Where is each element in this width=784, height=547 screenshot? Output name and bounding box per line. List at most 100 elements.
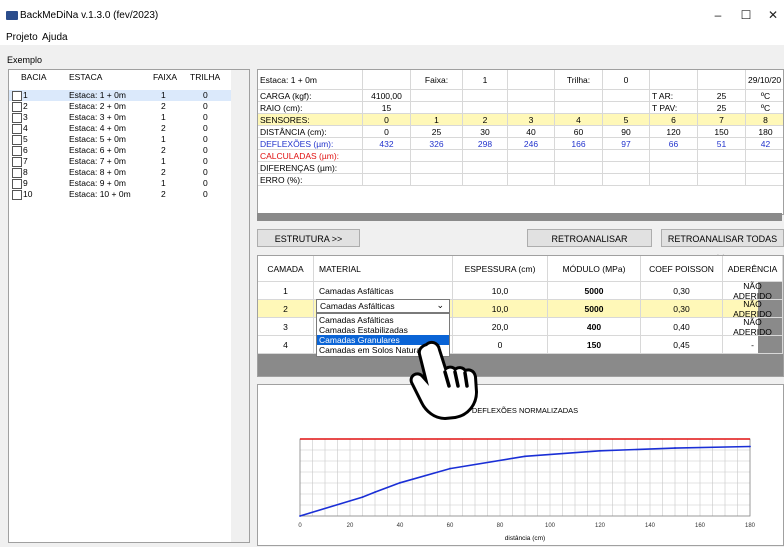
grid-cell[interactable] [508,162,555,174]
tar-label[interactable]: T AR: [650,90,698,102]
grid-cell[interactable] [603,162,650,174]
layer-aderencia-cell[interactable]: NÃO ADERIDO [723,317,783,337]
sensor-cell[interactable]: 7 [698,114,746,126]
grid-cell[interactable] [508,150,555,162]
tpav-unit[interactable]: ºC [746,102,783,114]
minimize-button[interactable]: – [707,6,729,24]
layer-modulo-cell[interactable]: 5000 [548,282,641,300]
col-header-estaca[interactable]: ESTACA [69,70,102,84]
grid-cell[interactable] [555,102,603,114]
distancia-cell[interactable]: 150 [698,126,746,138]
list-item[interactable]: 3 Estaca: 3 + 0m 1 0 [9,112,231,123]
col-header-faixa[interactable]: FAIXA [153,70,177,84]
trilha-value[interactable]: 0 [603,70,650,90]
sensor-cell[interactable]: 8 [746,114,783,126]
layers-col-header[interactable]: MÓDULO (MPa) [548,256,641,282]
faixa-label[interactable]: Faixa: [411,70,463,90]
list-item[interactable]: 5 Estaca: 5 + 0m 1 0 [9,134,231,145]
distancia-cell[interactable]: 180 [746,126,783,138]
deflexao-cell[interactable]: 51 [698,138,746,150]
deflexao-cell[interactable]: 66 [650,138,698,150]
sensor-cell[interactable]: 4 [555,114,603,126]
sensores-label[interactable]: SENSORES: [258,114,363,126]
grid-cell[interactable] [746,150,783,162]
grid-cell[interactable] [411,150,463,162]
layer-modulo-cell[interactable]: 150 [548,336,641,354]
list-item[interactable]: 8 Estaca: 8 + 0m 2 0 [9,167,231,178]
date-value[interactable]: 29/10/20 [746,70,783,90]
grid-cell[interactable] [463,102,508,114]
tar-unit[interactable]: ºC [746,90,783,102]
grid-cell[interactable] [555,174,603,186]
grid-cell[interactable] [650,150,698,162]
deflexao-cell[interactable]: 298 [463,138,508,150]
sensor-cell[interactable]: 6 [650,114,698,126]
grid-cell[interactable] [698,70,746,90]
menu-ajuda[interactable]: Ajuda [42,32,68,43]
grid-cell[interactable] [698,162,746,174]
grid-cell[interactable] [746,174,783,186]
maximize-button[interactable]: ☐ [735,6,757,24]
sensor-cell[interactable]: 5 [603,114,650,126]
layer-poisson-cell[interactable]: 0,30 [641,300,723,318]
col-header-bacia[interactable]: BACIA [21,70,47,84]
layer-camada-cell[interactable]: 2 [258,300,314,318]
grid-cell[interactable] [411,102,463,114]
dropdown-option[interactable]: Camadas Estabilizadas [317,325,449,335]
grid-cell[interactable] [411,174,463,186]
faixa-value[interactable]: 1 [463,70,508,90]
sensor-cell[interactable]: 0 [363,114,411,126]
list-item[interactable]: 10 Estaca: 10 + 0m 2 0 [9,189,231,200]
grid-cell[interactable] [555,150,603,162]
erro-label[interactable]: ERRO (%): [258,174,363,186]
distancia-label[interactable]: DISTÂNCIA (cm): [258,126,363,138]
grid-cell[interactable] [650,70,698,90]
grid-cell[interactable] [363,150,411,162]
layer-aderencia-cell[interactable]: NÃO ADERIDO [723,281,783,301]
layers-col-header[interactable]: COEF POISSON [641,256,723,282]
grid-cell[interactable] [411,162,463,174]
close-button[interactable]: ✕ [762,6,784,24]
grid-cell[interactable] [508,102,555,114]
raio-label[interactable]: RAIO (cm): [258,102,363,114]
checkbox[interactable] [12,157,22,167]
checkbox[interactable] [12,190,22,200]
deflexao-cell[interactable]: 42 [746,138,783,150]
sensor-cell[interactable]: 2 [463,114,508,126]
layer-material-cell[interactable]: Camadas Asfálticas [314,282,453,300]
layer-poisson-cell[interactable]: 0,45 [641,336,723,354]
checkbox[interactable] [12,168,22,178]
sensor-cell[interactable]: 3 [508,114,555,126]
dropdown-option[interactable]: Camadas Asfálticas [317,315,449,325]
trilha-label[interactable]: Trilha: [555,70,603,90]
layer-camada-cell[interactable]: 4 [258,336,314,354]
layer-espessura-cell[interactable]: 10,0 [453,300,548,318]
list-item[interactable]: 2 Estaca: 2 + 0m 2 0 [9,101,231,112]
material-select[interactable]: Camadas Asfálticas ⌄ [316,299,450,313]
checkbox[interactable] [12,113,22,123]
raio-value[interactable]: 15 [363,102,411,114]
carga-value[interactable]: 4100,00 [363,90,411,102]
layer-espessura-cell[interactable]: 10,0 [453,282,548,300]
list-item[interactable]: 4 Estaca: 4 + 0m 2 0 [9,123,231,134]
grid-cell[interactable] [698,174,746,186]
carga-label[interactable]: CARGA (kgf): [258,90,363,102]
checkbox[interactable] [12,179,22,189]
chevron-down-icon[interactable]: ⌄ [436,300,444,311]
grid-cell[interactable] [603,174,650,186]
grid-cell[interactable] [746,162,783,174]
col-header-trilha[interactable]: TRILHA [190,70,220,84]
distancia-cell[interactable]: 0 [363,126,411,138]
tpav-value[interactable]: 25 [698,102,746,114]
distancia-cell[interactable]: 90 [603,126,650,138]
grid-cell[interactable] [508,70,555,90]
distancia-cell[interactable]: 30 [463,126,508,138]
grid-cell[interactable] [603,102,650,114]
layer-camada-cell[interactable]: 3 [258,318,314,336]
grid-cell[interactable] [363,70,411,90]
estrutura-button[interactable]: ESTRUTURA >> [257,229,360,247]
grid-cell[interactable] [555,162,603,174]
diferencas-label[interactable]: DIFERENÇAS (µm): [258,162,363,174]
layers-col-header[interactable]: ESPESSURA (cm) [453,256,548,282]
tpav-label[interactable]: T PAV: [650,102,698,114]
